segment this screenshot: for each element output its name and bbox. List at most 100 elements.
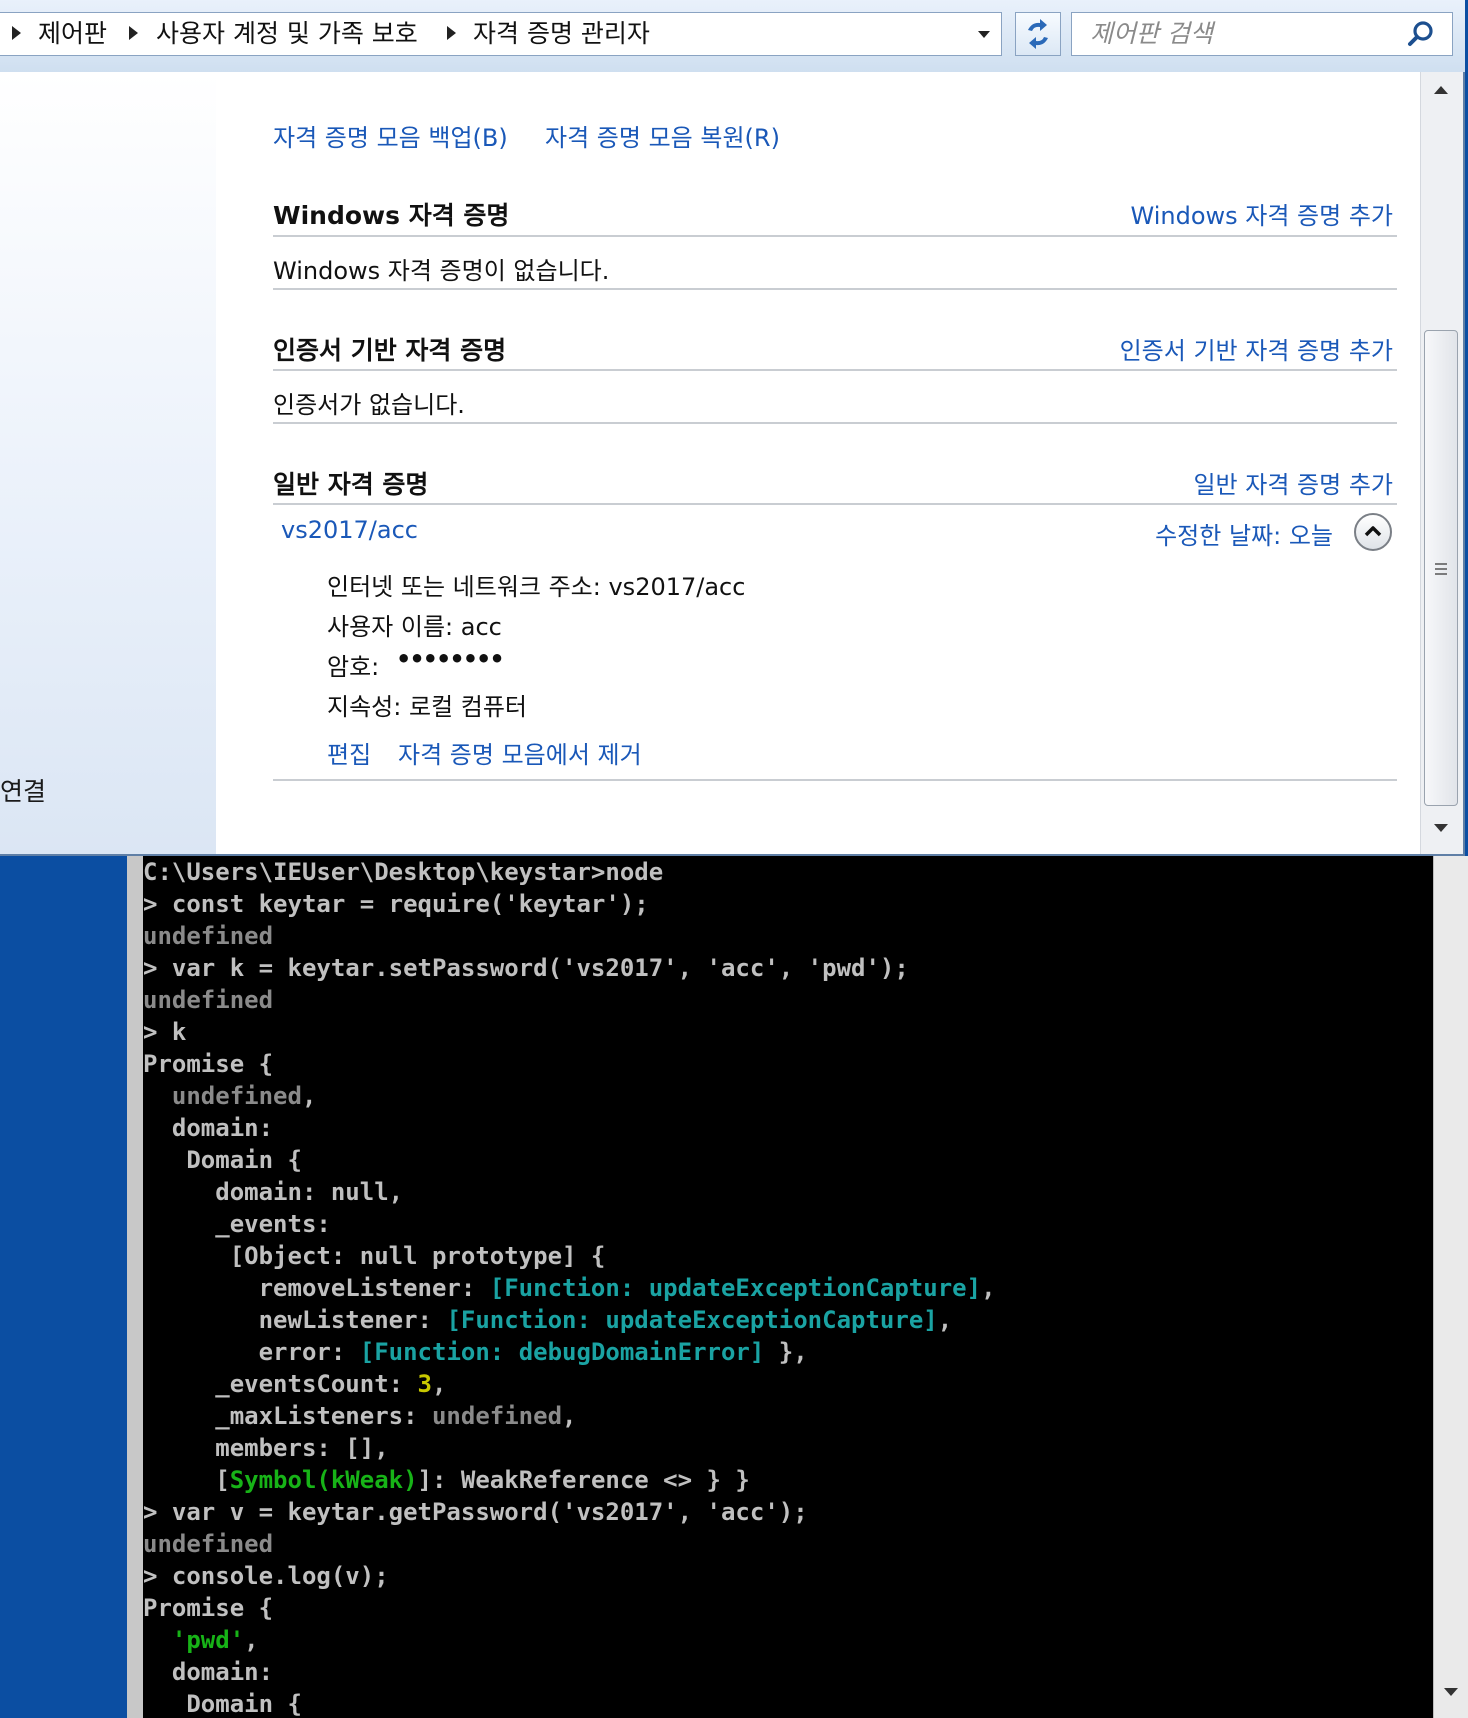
- console-scrollbar[interactable]: [1433, 856, 1468, 1718]
- credential-persistence: 지속성: 로컬 컴퓨터: [327, 693, 527, 721]
- console-line: removeListener: [Function: updateExcepti…: [143, 1272, 996, 1304]
- backup-vault-link[interactable]: 자격 증명 모음 백업(B): [273, 118, 508, 153]
- add-certificate-credential-link[interactable]: 인증서 기반 자격 증명 추가: [1120, 331, 1393, 366]
- console-line: Promise {: [143, 1592, 996, 1624]
- console-line: newListener: [Function: updateExceptionC…: [143, 1304, 996, 1336]
- console-output[interactable]: C:\Users\IEUser\Desktop\keystar>node > co…: [143, 856, 1433, 1718]
- console-text: ,: [562, 1402, 577, 1430]
- console-line: _eventsCount: 3,: [143, 1368, 996, 1400]
- collapse-button[interactable]: [1354, 513, 1392, 551]
- address-bar: 제어판 사용자 계정 및 가족 보호 자격 증명 관리자 제어판 검색: [0, 0, 1465, 72]
- breadcrumb-item-credential-manager[interactable]: 자격 증명 관리자: [473, 13, 650, 55]
- credential-modified-date[interactable]: 수정한 날짜: 오늘: [1155, 516, 1333, 551]
- console-line: domain:: [143, 1112, 996, 1144]
- search-input[interactable]: 제어판 검색: [1090, 13, 1213, 55]
- scroll-down-icon[interactable]: [1444, 1688, 1458, 1696]
- console-line: > console.log(v);: [143, 1560, 996, 1592]
- console-line: Domain {: [143, 1688, 996, 1718]
- section-divider: [273, 235, 1397, 237]
- vertical-scrollbar[interactable]: [1420, 72, 1463, 854]
- console-line: Domain {: [143, 1144, 996, 1176]
- console-text: ,: [937, 1306, 953, 1334]
- console-line: _maxListeners: undefined,: [143, 1400, 996, 1432]
- left-pane-link[interactable]: 연결: [0, 772, 46, 808]
- credential-name[interactable]: vs2017/acc: [281, 516, 418, 544]
- console-line: domain: null,: [143, 1176, 996, 1208]
- left-navigation-pane: 연결: [0, 72, 216, 854]
- breadcrumb-item-control-panel[interactable]: 제어판: [38, 13, 107, 55]
- console-line: undefined: [143, 984, 996, 1016]
- console-text: Symbol(kWeak): [229, 1466, 418, 1494]
- section-divider: [273, 503, 1397, 505]
- add-generic-credential-link[interactable]: 일반 자격 증명 추가: [1193, 465, 1393, 500]
- console-window: C:\Users\IEUser\Desktop\keystar>node > co…: [127, 856, 1468, 1718]
- console-line: 'pwd',: [143, 1624, 996, 1656]
- breadcrumb-arrow-icon[interactable]: [12, 26, 21, 40]
- section-divider: [273, 288, 1397, 290]
- chevron-up-icon: [1364, 526, 1382, 537]
- search-icon[interactable]: [1406, 19, 1436, 49]
- console-line: error: [Function: debugDomainError] },: [143, 1336, 996, 1368]
- console-line: [Object: null prototype] {: [143, 1240, 996, 1272]
- section-divider: [273, 422, 1397, 424]
- console-text: ,: [981, 1274, 996, 1302]
- console-text: 3: [417, 1370, 432, 1398]
- chevron-down-icon[interactable]: [968, 27, 1000, 43]
- breadcrumb-arrow-icon[interactable]: [129, 26, 138, 40]
- restore-vault-link[interactable]: 자격 증명 모음 복원(R): [545, 118, 780, 153]
- add-windows-credential-link[interactable]: Windows 자격 증명 추가: [1131, 196, 1394, 231]
- credential-address: 인터넷 또는 네트워크 주소: vs2017/acc: [327, 573, 746, 601]
- refresh-button[interactable]: [1015, 12, 1061, 56]
- console-text: [Object: null prototype] {: [143, 1242, 606, 1270]
- console-text: [Function: updateExceptionCapture]: [446, 1306, 938, 1334]
- windows-credentials-empty-text: Windows 자격 증명이 없습니다.: [273, 257, 610, 285]
- credential-manager-window: 제어판 사용자 계정 및 가족 보호 자격 증명 관리자 제어판 검색 연결 자…: [0, 0, 1465, 856]
- remove-credential-link[interactable]: 자격 증명 모음에서 제거: [398, 735, 642, 770]
- console-text: Domain {: [143, 1690, 302, 1718]
- credential-username: 사용자 이름: acc: [327, 613, 502, 641]
- console-text: > k: [143, 1018, 187, 1046]
- console-text: undefined: [431, 1402, 563, 1430]
- search-box[interactable]: 제어판 검색: [1071, 12, 1453, 56]
- console-text: ]: WeakReference <> } }: [417, 1466, 750, 1494]
- console-text: [Function: updateExceptionCapture]: [489, 1274, 982, 1302]
- console-text: Promise {: [143, 1050, 274, 1078]
- breadcrumb-item-user-accounts[interactable]: 사용자 계정 및 가족 보호: [156, 13, 418, 55]
- console-text: undefined: [171, 1082, 302, 1110]
- console-text: members: [],: [143, 1434, 389, 1462]
- console-lines: C:\Users\IEUser\Desktop\keystar>node > co…: [143, 856, 996, 1718]
- console-line: > var v = keytar.getPassword('vs2017', '…: [143, 1496, 996, 1528]
- console-text: _eventsCount:: [143, 1370, 418, 1398]
- scroll-down-icon[interactable]: [1434, 824, 1448, 832]
- scroll-up-icon[interactable]: [1434, 86, 1448, 94]
- section-divider: [273, 779, 1397, 781]
- console-text: domain: null,: [143, 1178, 404, 1206]
- console-text: undefined: [143, 922, 274, 950]
- console-text: > const keytar = require('keytar');: [143, 890, 649, 918]
- console-line: C:\Users\IEUser\Desktop\keystar>node: [143, 856, 996, 888]
- console-line: > k: [143, 1016, 996, 1048]
- console-text: _events:: [143, 1210, 331, 1238]
- credential-content-pane: [216, 72, 1420, 854]
- scrollbar-thumb[interactable]: [1424, 330, 1458, 806]
- console-text: removeListener:: [143, 1274, 490, 1302]
- console-text: 'pwd': [171, 1626, 245, 1654]
- console-text: ,: [432, 1370, 447, 1398]
- console-text: undefined: [143, 1530, 274, 1558]
- console-text: Promise {: [143, 1594, 274, 1622]
- console-text: [: [143, 1466, 230, 1494]
- refresh-icon: [1028, 19, 1048, 49]
- breadcrumb-arrow-icon[interactable]: [447, 26, 456, 40]
- console-text: domain:: [143, 1658, 274, 1686]
- console-text: undefined: [143, 986, 274, 1014]
- section-divider: [273, 369, 1397, 371]
- windows-credentials-heading: Windows 자격 증명: [273, 201, 510, 230]
- breadcrumb[interactable]: 제어판 사용자 계정 및 가족 보호 자격 증명 관리자: [0, 12, 1002, 56]
- console-line: members: [],: [143, 1432, 996, 1464]
- console-text: },: [764, 1338, 808, 1366]
- console-line: > var k = keytar.setPassword('vs2017', '…: [143, 952, 996, 984]
- console-text: error:: [143, 1338, 360, 1366]
- edit-credential-link[interactable]: 편집: [327, 735, 371, 770]
- console-text: Domain {: [143, 1146, 302, 1174]
